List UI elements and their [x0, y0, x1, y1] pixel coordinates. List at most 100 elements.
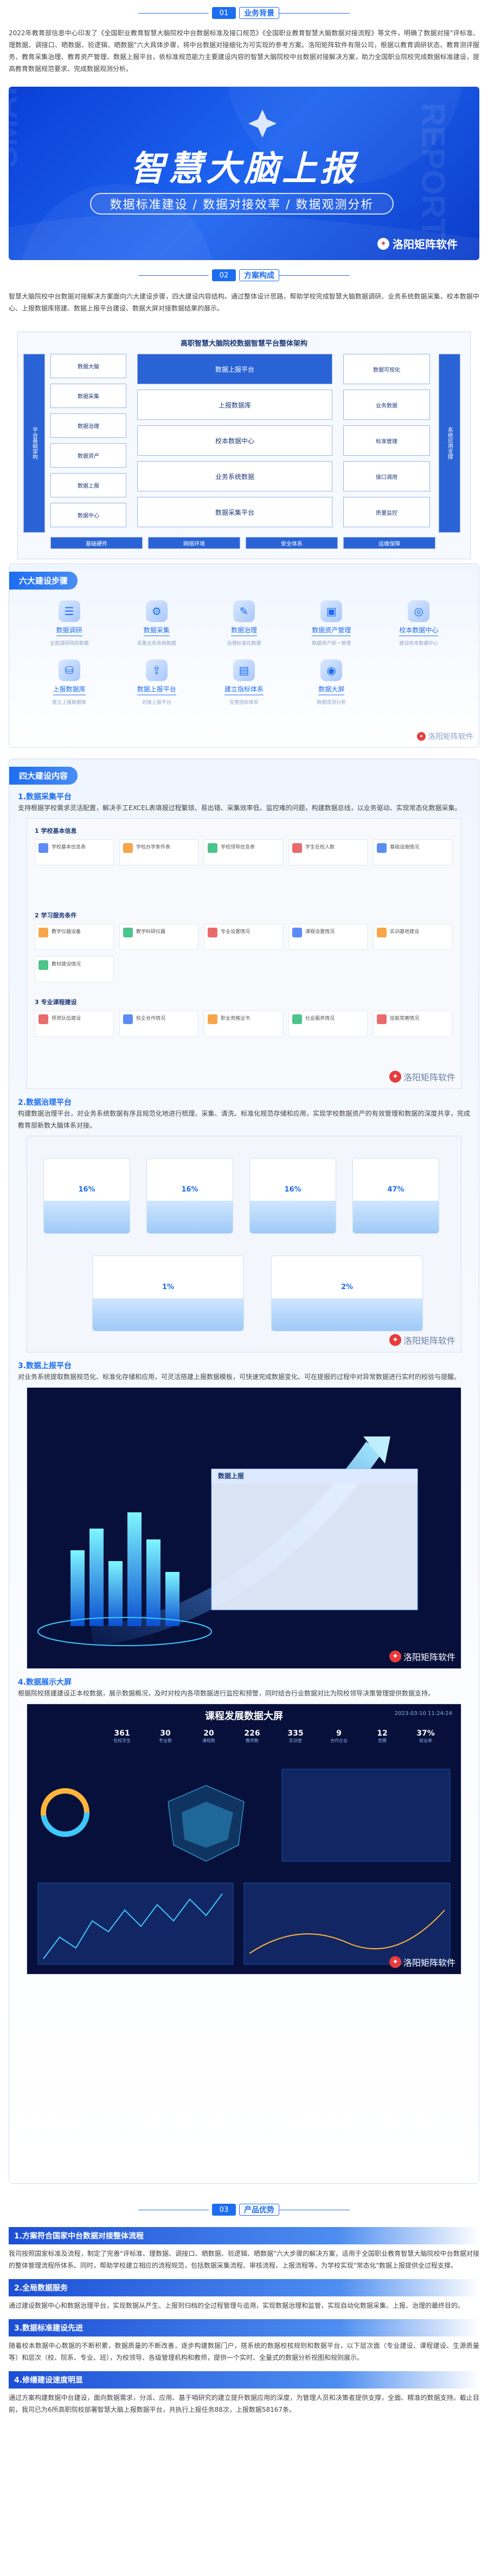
- collection-card[interactable]: 学校领导信息表: [204, 839, 283, 865]
- metric-wave: [353, 1201, 439, 1233]
- advantage-title: 2.全局数据服务: [9, 2279, 479, 2296]
- architecture-diagram: 高职智慧大脑院校数据智慧平台整体架构 平台基础架构 数据大脑 数据采集 数据治理 数据…: [17, 332, 471, 559]
- collection-card[interactable]: 社会服务情况: [288, 1011, 368, 1037]
- collection-card[interactable]: 教学仪器设备: [35, 924, 114, 950]
- card-icon: [38, 1014, 48, 1024]
- step-item: ◉ 数据大屏 数据观测分析: [288, 659, 375, 706]
- watermark-text: 洛阳矩阵软件: [403, 1958, 455, 1968]
- collection-card[interactable]: 课程设置情况: [288, 924, 368, 950]
- watermark-text: 洛阳矩阵软件: [428, 733, 473, 741]
- step-label: 数据资产管理: [312, 625, 351, 636]
- metric-value: 16%: [284, 1186, 301, 1194]
- card-icon: [292, 928, 302, 937]
- logo-icon: ✦: [417, 732, 426, 741]
- card-label: 专业设置情况: [221, 929, 251, 935]
- step-item: ▣ 数据资产管理 数据资产统一管理: [288, 600, 375, 646]
- four-content-panel: 四大建设内容 1.数据采集平台 支持根据学校需求灵活配置，解决手工EXCEL表填…: [9, 759, 479, 2184]
- collection-card[interactable]: 实训基地建设: [373, 924, 452, 950]
- card-label: 学校办学条件表: [136, 845, 171, 850]
- metric-wave: [93, 1298, 243, 1331]
- divider: [279, 275, 350, 276]
- watermark: ✦ 洛阳矩阵软件: [389, 1070, 455, 1083]
- collection-card[interactable]: 教材建设情况: [35, 956, 114, 982]
- data-screen-screenshot: 课程发展数据大屏 2023-03-10 11:24:24 361 在校学生 30 专业…: [27, 1704, 461, 1975]
- card-icon: [377, 1014, 387, 1024]
- metric-value: 47%: [387, 1186, 404, 1194]
- report-3d-illustration: [37, 1436, 418, 1647]
- diagram-left-item: 数据治理: [50, 413, 126, 438]
- step-icon: ◉: [320, 659, 343, 681]
- watermark-text: 洛阳矩阵软件: [403, 1652, 455, 1662]
- step-label: 上报数据库: [53, 684, 86, 695]
- report-panel-title: 数据上报: [218, 1472, 245, 1480]
- collection-card[interactable]: 技能竞赛情况: [373, 1011, 452, 1037]
- card-group-title: 3 专业课程建设: [35, 999, 77, 1006]
- divider: [138, 275, 209, 276]
- step-sub: 全面调研院校数据: [49, 641, 89, 646]
- card-label: 教材建设情况: [52, 962, 81, 967]
- metric-card: 47%: [352, 1158, 439, 1234]
- diagram-middle-item: 校本数据中心: [137, 425, 332, 456]
- step-item: ▤ 建立指标体系 完善指标体系: [200, 659, 287, 706]
- card-icon: [38, 960, 48, 970]
- diagram-left-item: 数据上报: [50, 473, 126, 497]
- content-4-title: 4.数据展示大屏: [18, 1678, 72, 1687]
- step-label: 校本数据中心: [399, 625, 439, 636]
- divider: [138, 12, 209, 14]
- collection-card[interactable]: 校企合作情况: [119, 1011, 198, 1037]
- metric-card: 16%: [146, 1158, 233, 1234]
- advantage-text: 我司按照国家标准及流程，制定了完善"评标准、理数据、调接口、晒数据、验逻辑、晒数…: [9, 2250, 479, 2269]
- diagram-bottom-item: 网络环境: [148, 537, 240, 549]
- step-icon: ⇪: [145, 659, 168, 681]
- content-1-title: 1.数据采集平台: [18, 793, 72, 801]
- diagram-right-item: 数据可视化: [343, 354, 430, 384]
- diagram-left-item: 数据资产: [50, 443, 126, 468]
- step-icon: ⚙: [145, 600, 168, 622]
- advantage-text: 通过方案构建数据中台建设，面向数据需求，分派、应用、基于咱研究的建立提升数据应用…: [9, 2394, 479, 2413]
- watermark: ✦ 洛阳矩阵软件: [417, 731, 473, 742]
- step-sub: 治理标准化数据: [227, 641, 261, 646]
- step-label: 数据治理: [230, 625, 257, 636]
- step-sub: 对接上报平台: [142, 700, 171, 706]
- diagram-bottom-item: 运维保障: [343, 537, 435, 549]
- scheme-paragraph: 智慧大脑院校中台数据对接解决方案面向六大建设步骤，四大建设内容结构。通过整体设计…: [9, 293, 479, 312]
- collection-card[interactable]: 学校基本信息表: [35, 839, 114, 865]
- card-icon: [292, 1014, 302, 1024]
- collection-card[interactable]: 基础设施情况: [373, 839, 452, 865]
- step-label: 数据上报平台: [137, 684, 176, 695]
- metric-card: 16%: [43, 1158, 130, 1234]
- card-label: 基础设施情况: [390, 845, 420, 850]
- metric-value: 1%: [162, 1283, 175, 1291]
- step-label: 建立指标体系: [224, 684, 264, 695]
- diagram-left-item: 数据采集: [50, 384, 126, 408]
- collection-card[interactable]: 专业设置情况: [204, 924, 283, 950]
- data-governance-screenshot: ✦ 洛阳矩阵软件 16% 16% 16% 47% 1% 2%: [27, 1136, 461, 1352]
- step-label: 数据大屏: [318, 684, 345, 695]
- four-content-tag: 四大建设内容: [9, 767, 78, 785]
- banner-title: 智慧大脑上报: [130, 149, 358, 188]
- card-icon: [377, 843, 387, 853]
- step-icon: ✎: [233, 600, 255, 622]
- brand-name: 洛阳矩阵软件: [393, 238, 458, 251]
- collection-card[interactable]: 教学科研仪器: [119, 924, 198, 950]
- collection-card[interactable]: 学生在校人数: [288, 839, 368, 865]
- metric-card: 16%: [249, 1158, 336, 1234]
- card-icon: [377, 928, 387, 937]
- content-3-title: 3.数据上报平台: [18, 1362, 72, 1370]
- collection-card[interactable]: 职业资格证书: [204, 1011, 283, 1037]
- card-icon: [123, 1014, 133, 1024]
- metric-wave: [272, 1298, 422, 1331]
- card-label: 技能竞赛情况: [390, 1016, 420, 1021]
- step-item: ⇪ 数据上报平台对接上报平台: [113, 659, 200, 706]
- step-item: ☰ 数据调研 全面调研院校数据: [25, 600, 113, 646]
- metric-value: 16%: [181, 1186, 198, 1194]
- section-number: 03: [212, 2204, 236, 2216]
- banner-subtitle: 数据标准建设 / 数据对接效率 / 数据观测分析: [90, 193, 394, 215]
- six-steps-grid: ☰ 数据调研 全面调研院校数据 ⚙ 数据采集 采集业务系统数据 ✎ 数据治理 治理标准化数据 ▣ 数…: [9, 590, 479, 716]
- content-3-text: 对业务系统提取数据规范化、标准化存储和应用，可灵活搭建上报数据模板，可快速完成数…: [18, 1373, 461, 1381]
- step-item: ⛁ 上报数据库 建立上报数据库: [25, 659, 113, 706]
- card-icon: [292, 843, 302, 853]
- collection-card[interactable]: 师资队伍建设: [35, 1011, 114, 1037]
- collection-card[interactable]: 学校办学条件表: [119, 839, 198, 865]
- diagram-right-item: 质量监控: [343, 497, 430, 527]
